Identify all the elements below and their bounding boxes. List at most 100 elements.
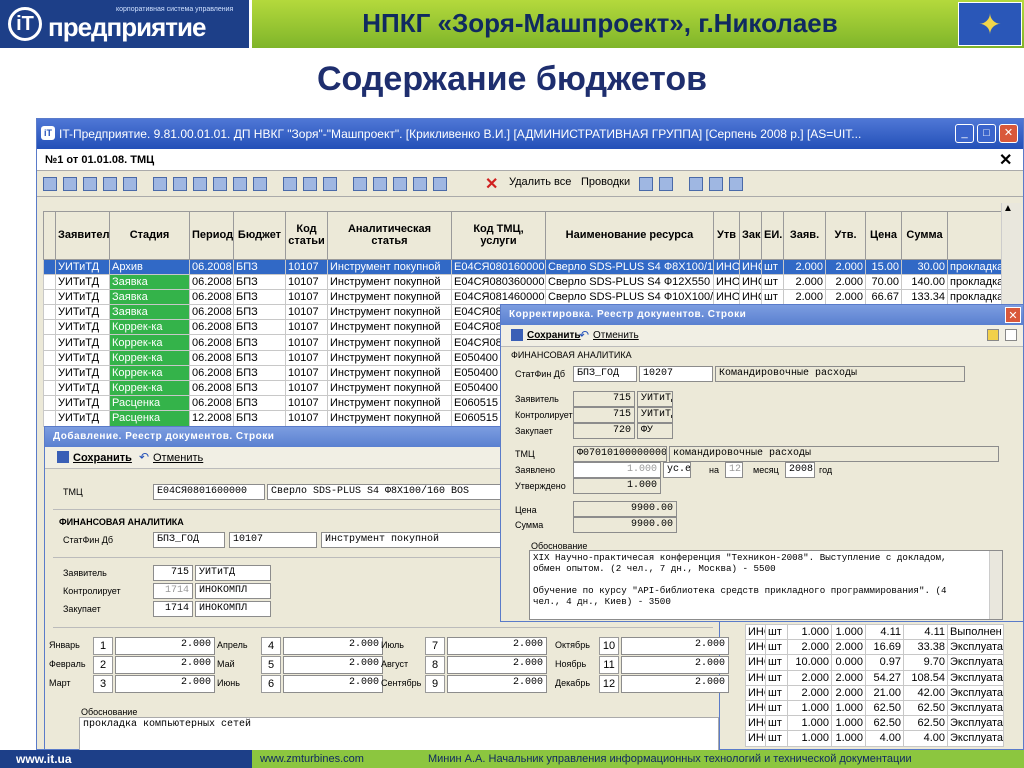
column-header[interactable]: Аналитическая статья xyxy=(327,210,452,260)
tmc-code-field[interactable]: E04CЯ0801600000 xyxy=(153,484,265,500)
table-cell[interactable]: 2.000 xyxy=(787,669,832,686)
table-cell[interactable]: УИТиТД xyxy=(55,273,110,290)
table-cell[interactable]: УИТиТД xyxy=(55,410,110,427)
corr-statfin-num[interactable]: 10207 xyxy=(639,366,713,382)
column-header[interactable]: Зак xyxy=(739,210,762,260)
calc-icon[interactable] xyxy=(123,177,137,191)
brush-icon[interactable] xyxy=(303,177,317,191)
table-cell[interactable]: Инструмент покупной xyxy=(327,319,452,336)
column-header[interactable]: Цена xyxy=(865,210,902,260)
table-cell[interactable]: 1.000 xyxy=(787,715,832,732)
corr-declared-field[interactable]: 1.000 xyxy=(573,462,661,478)
table-cell[interactable]: 06.2008 xyxy=(189,288,234,306)
table-cell[interactable]: Эксплуата xyxy=(947,684,1004,701)
close-window-button[interactable]: ✕ xyxy=(999,124,1018,143)
corr-close-icon[interactable]: ✕ xyxy=(1005,307,1021,323)
table-cell[interactable]: Инструмент покупной xyxy=(327,258,452,275)
table-cell[interactable]: БПЗ xyxy=(233,379,286,397)
column-header[interactable]: Код ТМЦ, услуги xyxy=(451,210,546,260)
column-header[interactable]: Утв. xyxy=(825,210,866,260)
table-row[interactable]: УИТиТД Заявка 06.2008 БПЗ 10107 Инструмент по… xyxy=(43,273,1005,290)
document-icon[interactable] xyxy=(433,177,447,191)
month-quantity-field[interactable]: 2.000 xyxy=(115,656,215,674)
table-row[interactable]: УИТиТД Заявка 06.2008 БПЗ 10107 Инструмент по… xyxy=(43,288,1005,306)
table-cell[interactable]: Коррек-ка xyxy=(109,319,190,336)
delete-all-button[interactable]: Удалить все xyxy=(509,176,571,188)
table-cell[interactable]: 10107 xyxy=(285,288,328,306)
column-header[interactable]: Наименование ресурса xyxy=(545,210,714,260)
page-icon[interactable] xyxy=(413,177,427,191)
table-cell[interactable]: ИНО xyxy=(745,654,766,671)
column-header[interactable]: Сумма xyxy=(901,210,948,260)
table-cell[interactable]: Архив xyxy=(109,258,190,275)
table-cell[interactable]: УИТиТД xyxy=(55,258,110,275)
table-cell[interactable]: 4.00 xyxy=(903,730,948,747)
table-cell[interactable]: БПЗ xyxy=(233,410,286,427)
table-cell[interactable]: ИНО xyxy=(739,273,762,290)
table-cell[interactable]: 62.50 xyxy=(903,699,948,717)
table-cell[interactable]: ИНО xyxy=(713,288,740,306)
table-cell[interactable]: БПЗ xyxy=(233,395,286,412)
month-quantity-field[interactable]: 2.000 xyxy=(447,656,547,674)
chart-icon[interactable] xyxy=(639,177,653,191)
table-cell[interactable]: БПЗ xyxy=(233,334,286,351)
table-cell[interactable]: 10107 xyxy=(285,258,328,275)
table-cell[interactable]: Инструмент покупной xyxy=(327,288,452,306)
minimize-button[interactable]: _ xyxy=(955,124,974,143)
link-icon[interactable] xyxy=(103,177,117,191)
month-quantity-field[interactable]: 2.000 xyxy=(621,637,729,655)
tools-icon[interactable] xyxy=(153,177,167,191)
table-cell[interactable]: Инструмент покупной xyxy=(327,379,452,397)
column-header[interactable]: Код статьи xyxy=(285,210,328,260)
table-cell[interactable]: 1.000 xyxy=(787,730,832,747)
table-cell[interactable]: E04CЯ0801600000 xyxy=(451,258,546,275)
table-cell[interactable]: 30.00 xyxy=(901,258,948,275)
table-cell[interactable]: шт xyxy=(765,639,788,656)
table-cell[interactable]: 1.000 xyxy=(831,699,866,717)
table-cell[interactable]: прокладка xyxy=(946,258,1005,275)
column-header[interactable]: Бюджет xyxy=(233,210,286,260)
table-cell[interactable]: Коррек-ка xyxy=(109,349,190,366)
controller-name-field[interactable]: ИНОКОМПЛ xyxy=(195,583,271,599)
table-cell[interactable]: 33.38 xyxy=(903,639,948,656)
table-cell[interactable]: Эксплуата xyxy=(947,715,1004,732)
table-cell[interactable]: УИТиТД xyxy=(55,364,110,382)
table-cell[interactable]: 1.000 xyxy=(787,699,832,717)
table-cell[interactable]: прокладка xyxy=(946,288,1005,306)
corr-statfin-code[interactable]: БПЗ_ГОД xyxy=(573,366,637,382)
table-cell[interactable]: 06.2008 xyxy=(189,319,234,336)
table-cell[interactable]: ИНО xyxy=(745,715,766,732)
table-cell[interactable]: 62.50 xyxy=(865,699,904,717)
table-cell[interactable]: 108.54 xyxy=(903,669,948,686)
scales-icon[interactable] xyxy=(709,177,723,191)
month-quantity-field[interactable]: 2.000 xyxy=(621,656,729,674)
table-cell[interactable]: 2.000 xyxy=(825,288,866,306)
table-cell[interactable]: шт xyxy=(761,258,784,275)
table-cell[interactable]: 10107 xyxy=(285,364,328,382)
table-cell[interactable]: ИНО xyxy=(739,258,762,275)
table-cell[interactable]: ИНО xyxy=(739,288,762,306)
table-cell[interactable]: Эксплуата xyxy=(947,639,1004,656)
table-cell[interactable]: шт xyxy=(765,715,788,732)
table-cell[interactable]: 4.11 xyxy=(865,623,904,641)
table-cell[interactable]: шт xyxy=(765,730,788,747)
table-cell[interactable]: Инструмент покупной xyxy=(327,273,452,290)
table-cell[interactable]: 2.000 xyxy=(831,639,866,656)
table-cell[interactable]: ИНО xyxy=(745,699,766,717)
table-cell[interactable]: 62.50 xyxy=(865,715,904,732)
table-cell[interactable]: 10107 xyxy=(285,395,328,412)
table-cell[interactable]: БПЗ xyxy=(233,304,286,321)
table-cell[interactable]: Инструмент покупной xyxy=(327,395,452,412)
month-quantity-field[interactable]: 2.000 xyxy=(447,637,547,655)
table-cell[interactable]: БПЗ xyxy=(233,319,286,336)
table-cell[interactable]: УИТиТД xyxy=(55,319,110,336)
table-cell[interactable]: 4.11 xyxy=(903,623,948,641)
table-cell[interactable]: 10107 xyxy=(285,349,328,366)
table-cell[interactable]: 1.000 xyxy=(831,715,866,732)
table-cell[interactable]: Эксплуата xyxy=(947,669,1004,686)
table-row[interactable]: ИНОшт2.0002.00054.27108.54Эксплуата xyxy=(745,669,1004,686)
table-cell[interactable]: 1.000 xyxy=(831,730,866,747)
table-cell[interactable]: шт xyxy=(765,623,788,641)
table-cell[interactable]: 10107 xyxy=(285,334,328,351)
table-row[interactable]: УИТиТД Архив 06.2008 БПЗ 10107 Инструмент пок… xyxy=(43,258,1005,275)
